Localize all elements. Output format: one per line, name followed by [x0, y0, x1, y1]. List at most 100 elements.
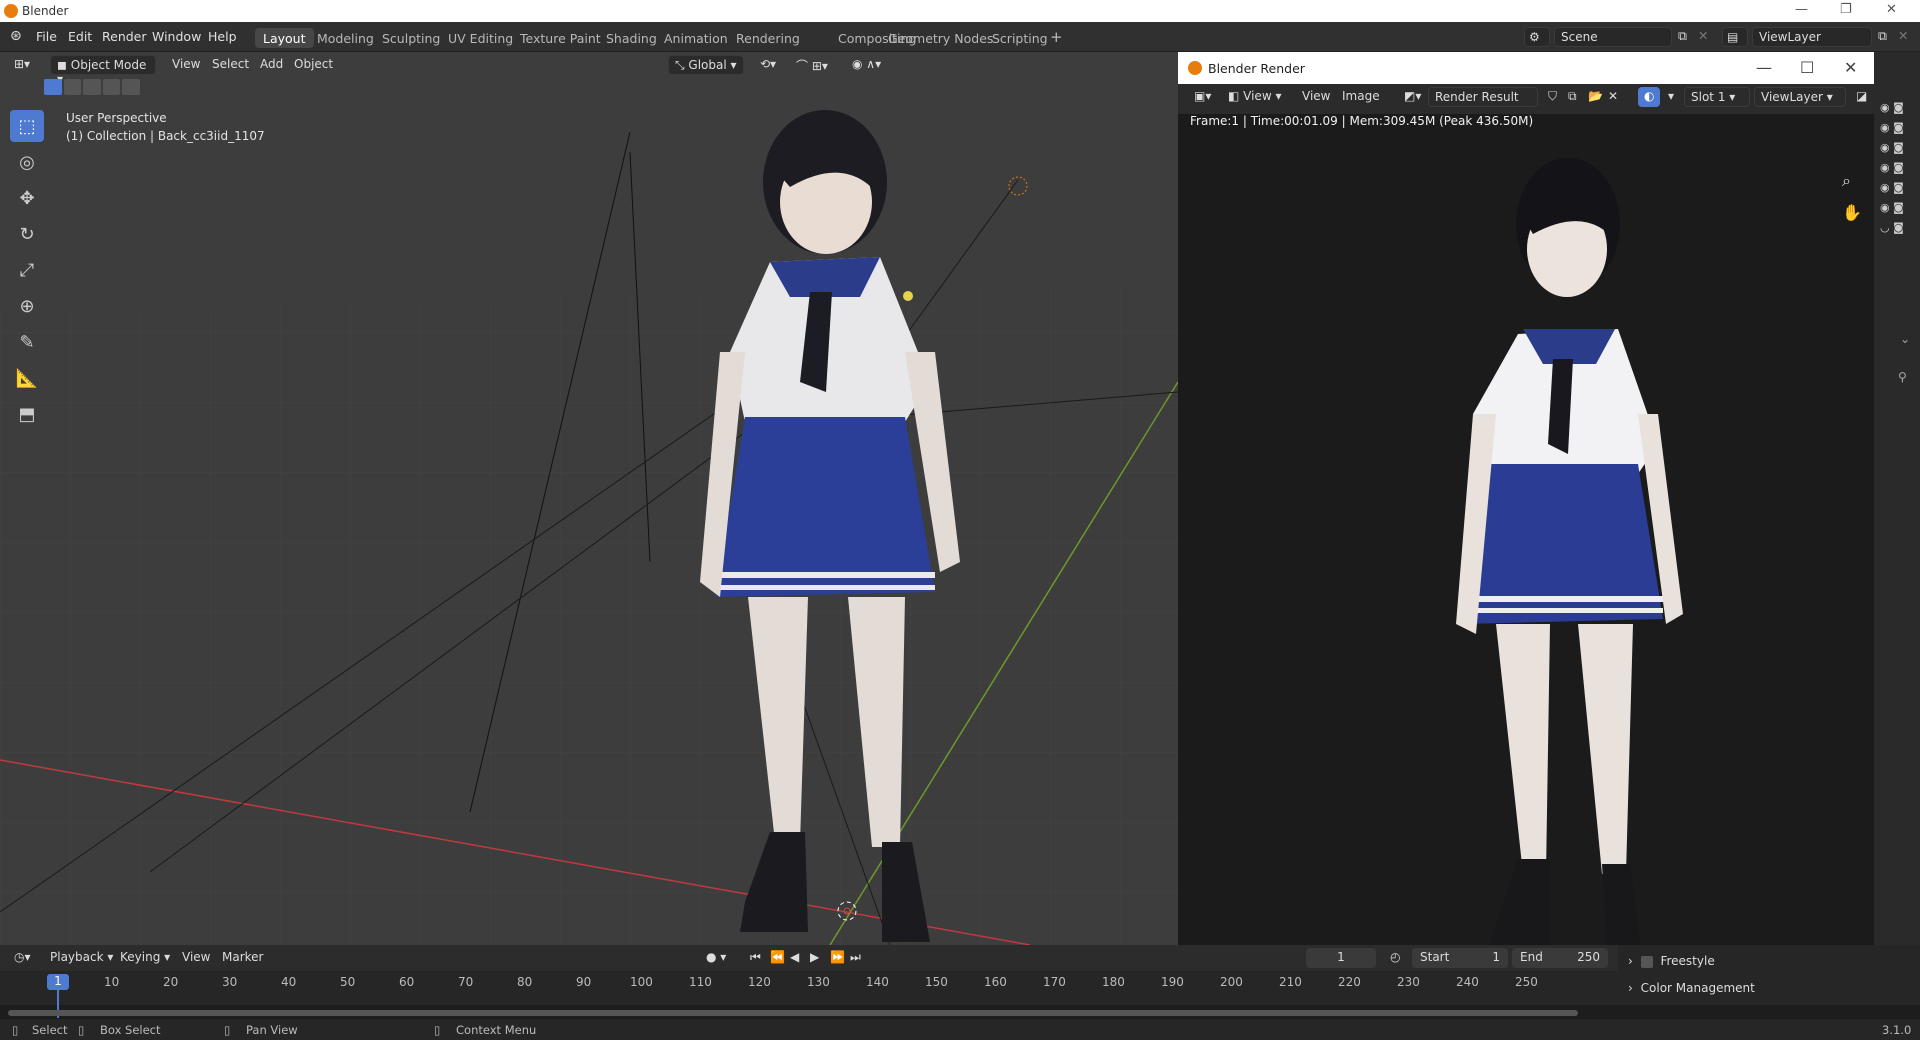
timeline-menu-view[interactable]: View [176, 948, 216, 968]
overlay-icon[interactable]: ◐ [1638, 87, 1661, 107]
blender-menu-icon[interactable]: ⊛ [10, 28, 22, 44]
jump-end-icon[interactable]: ⏭ [844, 948, 867, 968]
scene-browse-icon[interactable]: ⚙ [1524, 27, 1550, 47]
add-cube-tool-icon[interactable]: ⬒ [10, 398, 44, 430]
panel-freestyle[interactable]: › Freestyle [1628, 954, 1715, 976]
tab-modeling[interactable]: Modeling [309, 28, 382, 48]
menu-window[interactable]: Window [152, 29, 201, 44]
delete-scene-icon[interactable]: ✕ [1698, 28, 1708, 43]
tab-rendering[interactable]: Rendering [728, 28, 808, 48]
render-close-icon[interactable]: ✕ [1844, 58, 1857, 77]
restore-icon[interactable]: ❐ [1840, 2, 1852, 17]
image-menu-view[interactable]: View [1296, 87, 1336, 107]
current-frame-field[interactable]: 1 [1306, 948, 1376, 968]
viewport-menu-object[interactable]: Object [288, 55, 339, 75]
auto-keying-icon[interactable]: ● ▾ [700, 948, 732, 968]
new-viewlayer-icon[interactable]: ⧉ [1878, 28, 1887, 44]
image-browse-icon[interactable]: ◩▾ [1398, 87, 1427, 107]
new-scene-icon[interactable]: ⧉ [1678, 28, 1687, 44]
display-channels-icon[interactable]: ◪ [1850, 87, 1873, 107]
image-menu-image[interactable]: Image [1336, 87, 1386, 107]
tab-shading[interactable]: Shading [598, 28, 665, 48]
timeline-editor-type-icon[interactable]: ◷▾ [8, 948, 37, 968]
transform-tool-icon[interactable]: ⊕ [10, 290, 44, 322]
viewlayer-browse-icon[interactable]: ▤ [1722, 27, 1748, 47]
pin-icon[interactable]: ⚲ [1898, 370, 1907, 384]
delete-viewlayer-icon[interactable]: ✕ [1898, 28, 1908, 43]
snap-icon[interactable]: ⌒ ⊞▾ [790, 55, 834, 75]
eye-icon[interactable]: ◉ ◙ [1880, 178, 1904, 198]
scale-tool-icon[interactable]: ⤢ [10, 254, 44, 286]
eye-closed-icon[interactable]: ◡ ◙ [1880, 218, 1904, 238]
menu-keying[interactable]: Keying ▾ [114, 948, 176, 968]
render-image[interactable]: ⌕ ✋ [1178, 114, 1874, 945]
timeline-scrollbar[interactable] [8, 1010, 1578, 1016]
add-workspace-icon[interactable]: + [1050, 28, 1063, 46]
cursor-tool-icon[interactable]: ◎ [10, 146, 44, 178]
viewlayer-name-field[interactable]: ViewLayer [1752, 27, 1872, 47]
select-intersect-icon[interactable] [122, 79, 140, 95]
viewport-menu-view[interactable]: View [166, 55, 206, 75]
new-image-icon[interactable]: ⧉ [1562, 87, 1583, 107]
eye-icon[interactable]: ◉ ◙ [1880, 118, 1904, 138]
select-extend-icon[interactable] [63, 79, 82, 95]
eye-icon[interactable]: ◉ ◙ [1880, 98, 1904, 118]
image-name-field[interactable]: Render Result [1428, 87, 1538, 107]
end-frame-field[interactable]: End 250 [1512, 948, 1608, 968]
close-icon[interactable]: ✕ [1886, 2, 1897, 17]
frame-ruler[interactable]: 10 20 30 40 50 60 70 80 90 100 110 120 1… [0, 971, 1590, 1005]
tab-sculpting[interactable]: Sculpting [374, 28, 448, 48]
scene-name-field[interactable]: Scene [1554, 27, 1672, 47]
light-icon[interactable] [1008, 176, 1028, 196]
current-frame-indicator[interactable]: 1 [47, 974, 69, 990]
tab-scripting[interactable]: Scripting [984, 28, 1056, 48]
render-viewlayer-dropdown[interactable]: ViewLayer ▾ [1754, 87, 1846, 107]
zoom-icon[interactable]: ⌕ [1842, 171, 1851, 190]
menu-file[interactable]: File [36, 29, 57, 44]
fake-user-icon[interactable]: ⛉ [1542, 87, 1563, 107]
select-subtract-icon[interactable] [83, 79, 101, 95]
start-frame-field[interactable]: Start 1 [1412, 948, 1508, 968]
chevron-down-icon[interactable]: ⌄ [1900, 332, 1910, 346]
viewport-menu-select[interactable]: Select [206, 55, 255, 75]
render-minimize-icon[interactable]: — [1756, 58, 1772, 77]
menu-playback[interactable]: Playback ▾ [44, 948, 119, 968]
tab-layout[interactable]: Layout [255, 28, 314, 48]
select-new-icon[interactable] [44, 79, 62, 95]
render-maximize-icon[interactable]: ☐ [1800, 58, 1814, 77]
move-tool-icon[interactable]: ✥ [10, 182, 44, 214]
annotate-tool-icon[interactable]: ✎ [10, 326, 44, 358]
image-editor-type-icon[interactable]: ▣▾ [1188, 87, 1217, 107]
menu-edit[interactable]: Edit [68, 29, 92, 44]
orientation-dropdown[interactable]: ⤡ Global ▾ [668, 55, 744, 75]
overlay-dropdown-icon[interactable]: ▾ [1662, 87, 1680, 107]
tab-texture-paint[interactable]: Texture Paint [512, 28, 609, 48]
pan-hand-icon[interactable]: ✋ [1842, 203, 1862, 222]
menu-help[interactable]: Help [208, 29, 237, 44]
preview-range-icon[interactable]: ◴ [1384, 948, 1406, 968]
measure-tool-icon[interactable]: 📐 [10, 362, 44, 394]
eye-icon[interactable]: ◉ ◙ [1880, 198, 1904, 218]
viewport-menu-add[interactable]: Add [254, 55, 289, 75]
minimize-icon[interactable]: — [1795, 2, 1808, 17]
eye-icon[interactable]: ◉ ◙ [1880, 138, 1904, 158]
view-mode-dropdown[interactable]: ◧ View ▾ [1222, 87, 1287, 107]
eye-icon[interactable]: ◉ ◙ [1880, 158, 1904, 178]
play-reverse-icon[interactable]: ◀ [784, 948, 805, 968]
slot-dropdown[interactable]: Slot 1 ▾ [1684, 87, 1750, 107]
viewport-3d[interactable] [0, 52, 1178, 945]
menu-render[interactable]: Render [102, 29, 147, 44]
select-invert-icon[interactable] [102, 79, 121, 95]
freestyle-checkbox[interactable] [1640, 955, 1653, 968]
editor-type-icon[interactable]: ⊞▾ [8, 55, 36, 75]
rotate-tool-icon[interactable]: ↻ [10, 218, 44, 250]
pivot-icon[interactable]: ⟲▾ [754, 55, 782, 75]
tab-uv-editing[interactable]: UV Editing [440, 28, 521, 48]
timeline-menu-marker[interactable]: Marker [216, 948, 269, 968]
proportional-edit-icon[interactable]: ◉ ∧▾ [846, 55, 887, 75]
mode-dropdown[interactable]: ◼ Object Mode ▾ [50, 55, 156, 86]
unlink-image-icon[interactable]: ✕ [1602, 87, 1624, 107]
play-icon[interactable]: ▶ [804, 948, 825, 968]
tab-animation[interactable]: Animation [656, 28, 736, 48]
select-box-tool-icon[interactable]: ⬚ [10, 110, 44, 142]
